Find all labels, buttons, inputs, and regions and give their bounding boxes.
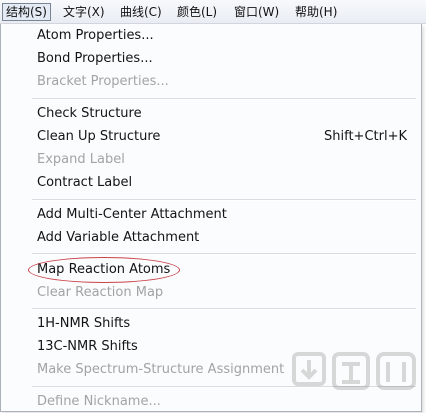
menu-item-label: Add Variable Attachment — [37, 230, 200, 245]
menu-item-label: 1H-NMR Shifts — [37, 316, 131, 331]
menu-window[interactable]: 窗口(W) — [231, 3, 282, 21]
menu-item-add-variable-attachment[interactable]: Add Variable Attachment — [0, 227, 420, 249]
menu-item-bond-properties[interactable]: Bond Properties... — [0, 48, 420, 70]
menu-item-label: Clear Reaction Map — [37, 285, 164, 300]
menu-bar: 结构(S) 文字(X) 曲线(C) 颜色(L) 窗口(W) 帮助(H) — [0, 0, 426, 24]
menu-item-label: Add Multi-Center Attachment — [37, 207, 227, 222]
menu-item-13c-nmr-shifts[interactable]: 13C-NMR Shifts — [0, 336, 420, 358]
menu-item-label: Check Structure — [37, 106, 142, 121]
menu-item-label: Make Spectrum-Structure Assignment — [37, 362, 285, 377]
menu-item-label: Bond Properties... — [37, 51, 153, 66]
menu-item-shortcut: Shift+Ctrl+K — [324, 129, 407, 144]
menu-color[interactable]: 颜色(L) — [174, 3, 220, 21]
menu-item-add-multi-center-attachment[interactable]: Add Multi-Center Attachment — [0, 204, 420, 226]
menu-curves[interactable]: 曲线(C) — [117, 3, 165, 21]
menu-item-label: Clean Up Structure — [37, 129, 161, 144]
menu-item-bracket-properties: Bracket Properties... — [0, 71, 420, 93]
menu-separator — [32, 199, 416, 201]
menu-item-atom-properties[interactable]: Atom Properties... — [0, 25, 420, 47]
menu-separator — [32, 98, 416, 100]
menu-item-label: Bracket Properties... — [37, 74, 169, 89]
menu-item-define-nickname: Define Nickname... — [0, 391, 420, 413]
menu-item-label: Map Reaction Atoms — [37, 262, 171, 277]
menu-item-expand-label: Expand Label — [0, 149, 420, 171]
menu-item-1h-nmr-shifts[interactable]: 1H-NMR Shifts — [0, 313, 420, 335]
menu-item-label: Define Nickname... — [37, 394, 161, 409]
menu-separator — [32, 386, 416, 388]
menu-text[interactable]: 文字(X) — [60, 3, 108, 21]
menu-help[interactable]: 帮助(H) — [292, 3, 340, 21]
menu-separator — [32, 308, 416, 310]
menu-item-make-spectrum-structure-assignment: Make Spectrum-Structure Assignment — [0, 359, 420, 381]
menu-item-label: Expand Label — [37, 152, 125, 167]
menu-item-check-structure[interactable]: Check Structure — [0, 103, 420, 125]
menu-separator — [32, 253, 416, 255]
menu-item-map-reaction-atoms[interactable]: Map Reaction Atoms — [0, 259, 420, 281]
menu-item-label: 13C-NMR Shifts — [37, 339, 138, 354]
menu-item-contract-label[interactable]: Contract Label — [0, 172, 420, 194]
menu-item-clean-up-structure[interactable]: Clean Up Structure Shift+Ctrl+K — [0, 126, 420, 148]
menu-item-clear-reaction-map: Clear Reaction Map — [0, 282, 420, 304]
menu-structure[interactable]: 结构(S) — [2, 3, 51, 21]
menu-item-label: Contract Label — [37, 175, 133, 190]
menu-item-label: Atom Properties... — [37, 28, 154, 43]
